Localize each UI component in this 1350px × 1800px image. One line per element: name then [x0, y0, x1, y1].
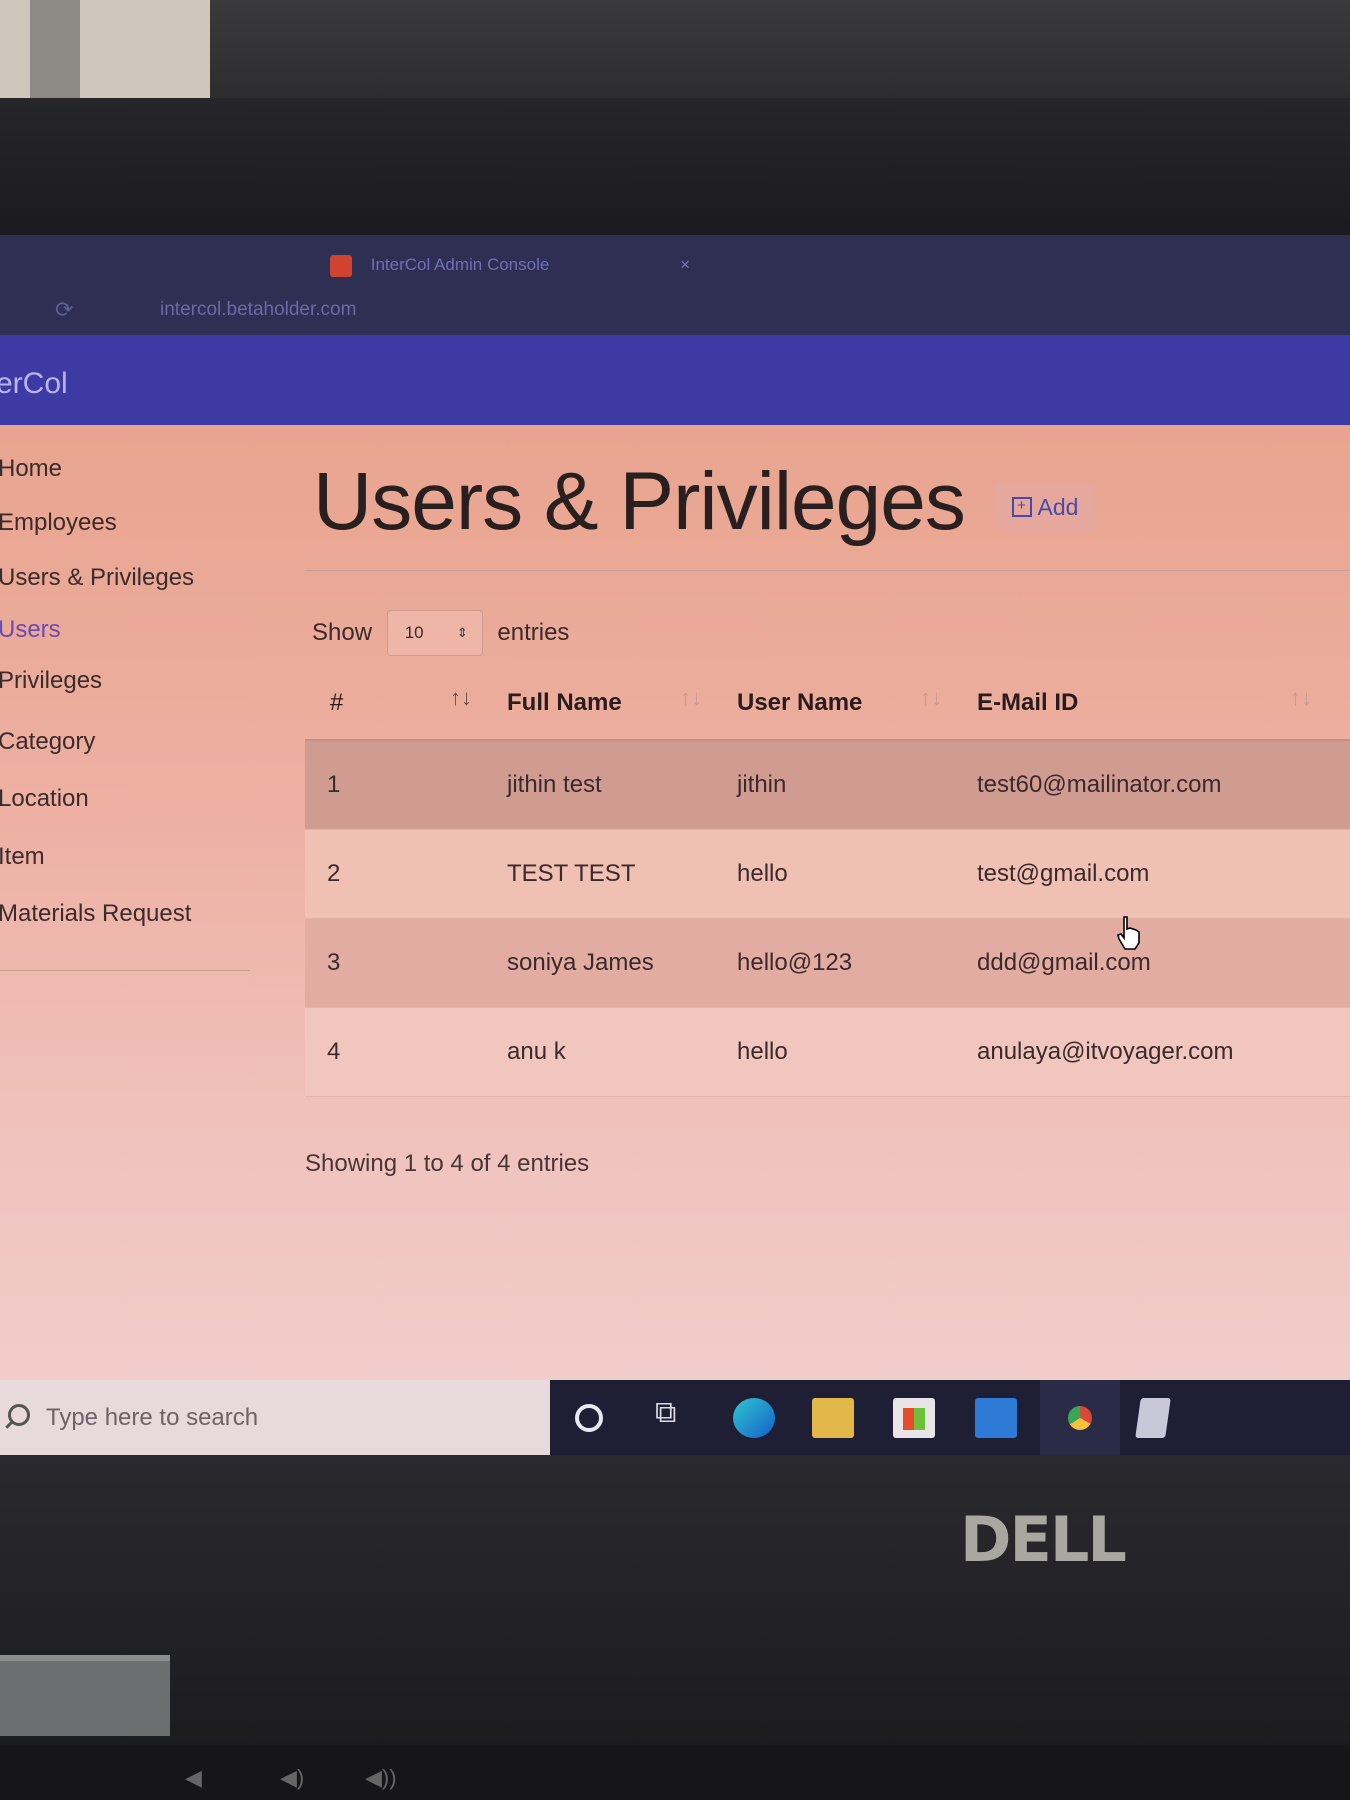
app-icon[interactable]	[1135, 1398, 1171, 1438]
sort-icon[interactable]: ↑↓	[450, 685, 472, 711]
sort-icon[interactable]: ↑↓	[920, 685, 942, 711]
cell-full-name: jithin test	[507, 771, 602, 798]
laptop-sticker	[0, 1655, 170, 1736]
cell-email: ddd@gmail.com	[977, 949, 1151, 976]
browser-chrome: InterCol Admin Console × ⟳ intercol.beta…	[0, 235, 1350, 335]
cell-number: 2	[327, 860, 341, 887]
sidebar: Home Employees Users & Privileges Users …	[0, 425, 265, 1025]
arrows-icon: ⇕	[456, 625, 468, 640]
photo-background	[0, 0, 1350, 110]
plus-icon: +	[1011, 496, 1032, 517]
cell-email: test60@mailinator.com	[977, 771, 1222, 798]
search-icon	[8, 1404, 30, 1426]
column-header-full-name[interactable]: Full Name	[507, 689, 622, 717]
sidebar-item-location[interactable]: Location	[0, 785, 89, 813]
page-title: Users & Privileges	[313, 456, 966, 547]
search-placeholder: Type here to search	[46, 1404, 259, 1431]
brand-logo[interactable]: erCol	[0, 367, 68, 401]
store-icon[interactable]	[893, 1398, 935, 1438]
volume-down-key-icon: ◀)	[280, 1765, 305, 1790]
cell-number: 3	[327, 949, 341, 976]
screen: InterCol Admin Console × ⟳ intercol.beta…	[0, 235, 1350, 1455]
sort-icon[interactable]: ↑↓	[680, 685, 702, 711]
sidebar-item-category[interactable]: Category	[0, 728, 95, 756]
table-row[interactable]: 2 TEST TEST hello test@gmail.com	[305, 830, 1350, 919]
sidebar-item-item[interactable]: Item	[0, 843, 45, 871]
sort-icon[interactable]: ↑↓	[1290, 685, 1312, 711]
sidebar-item-materials-request[interactable]: Materials Request	[0, 900, 191, 928]
page-content: Home Employees Users & Privileges Users …	[0, 425, 1350, 1380]
table-row[interactable]: 3 soniya James hello@123 ddd@gmail.com	[305, 919, 1350, 1008]
column-header-email[interactable]: E-Mail ID	[977, 689, 1078, 717]
laptop-bottom-bezel: DELL ◀ ◀) ◀))	[0, 1455, 1350, 1800]
sidebar-item-users-privileges[interactable]: Users & Privileges	[0, 564, 194, 592]
volume-up-key-icon: ◀))	[365, 1765, 397, 1790]
cell-number: 1	[327, 771, 341, 798]
sidebar-item-employees[interactable]: Employees	[0, 509, 117, 537]
hand-cursor-icon	[1117, 916, 1140, 950]
mute-key-icon: ◀	[185, 1765, 202, 1790]
reload-icon[interactable]: ⟳	[55, 297, 73, 323]
add-button[interactable]: + Add	[995, 483, 1095, 531]
cell-full-name: TEST TEST	[507, 860, 636, 887]
favicon	[330, 254, 352, 277]
table-row[interactable]: 4 anu k hello anulaya@itvoyager.com	[305, 1008, 1350, 1097]
users-table: # ↑↓ Full Name ↑↓ User Name ↑↓ E-Mail ID…	[305, 663, 1350, 1097]
address-bar[interactable]: intercol.betaholder.com	[160, 299, 356, 321]
tab-title: InterCol Admin Console	[370, 255, 550, 274]
laptop-top-bezel	[0, 98, 1350, 290]
entries-select-value: 10	[404, 623, 424, 642]
table-header: # ↑↓ Full Name ↑↓ User Name ↑↓ E-Mail ID…	[305, 663, 1350, 741]
cell-email: anulaya@itvoyager.com	[977, 1038, 1234, 1065]
title-divider	[305, 570, 1350, 571]
sidebar-item-home[interactable]: Home	[0, 455, 62, 483]
mail-icon[interactable]	[975, 1398, 1017, 1438]
cell-full-name: soniya James	[507, 949, 654, 976]
column-header-number[interactable]: #	[330, 689, 343, 717]
page-length-control: Show 10 ⇕ entries	[312, 610, 569, 656]
app-header: erCol	[0, 335, 1350, 425]
taskbar: Type here to search ⧉	[0, 1380, 1350, 1455]
cell-number: 4	[327, 1038, 341, 1065]
keyboard-row: ◀ ◀) ◀))	[0, 1745, 1350, 1800]
entries-label: entries	[497, 619, 570, 646]
sidebar-divider	[0, 970, 250, 971]
cell-user-name: hello	[737, 860, 788, 887]
add-button-label: Add	[1037, 494, 1079, 520]
cell-full-name: anu k	[507, 1038, 566, 1065]
chrome-icon[interactable]	[1058, 1396, 1102, 1440]
task-view-icon[interactable]: ⧉	[655, 1396, 697, 1436]
table-row[interactable]: 1 jithin test jithin test60@mailinator.c…	[305, 741, 1350, 830]
entries-select[interactable]: 10 ⇕	[386, 610, 483, 656]
main-panel: Users & Privileges + Add Show 10 ⇕ entrie…	[305, 425, 1350, 1380]
cell-user-name: hello	[737, 1038, 788, 1065]
close-tab-icon[interactable]: ×	[680, 247, 690, 283]
browser-tab[interactable]: InterCol Admin Console ×	[330, 247, 690, 283]
sidebar-subitem-users[interactable]: Users	[0, 616, 61, 644]
table-info: Showing 1 to 4 of 4 entries	[305, 1150, 590, 1177]
cell-user-name: hello@123	[737, 949, 853, 976]
show-label: Show	[312, 619, 373, 646]
file-explorer-icon[interactable]	[812, 1398, 854, 1438]
door-frame	[30, 0, 80, 100]
sidebar-subitem-privileges[interactable]: Privileges	[0, 667, 102, 695]
cell-user-name: jithin	[737, 771, 787, 798]
dell-logo: DELL	[960, 1503, 1127, 1576]
column-header-user-name[interactable]: User Name	[737, 689, 862, 717]
cell-email: test@gmail.com	[977, 860, 1150, 887]
taskbar-search[interactable]: Type here to search	[0, 1380, 550, 1455]
edge-icon[interactable]	[733, 1398, 775, 1438]
cortana-icon[interactable]	[575, 1404, 603, 1432]
